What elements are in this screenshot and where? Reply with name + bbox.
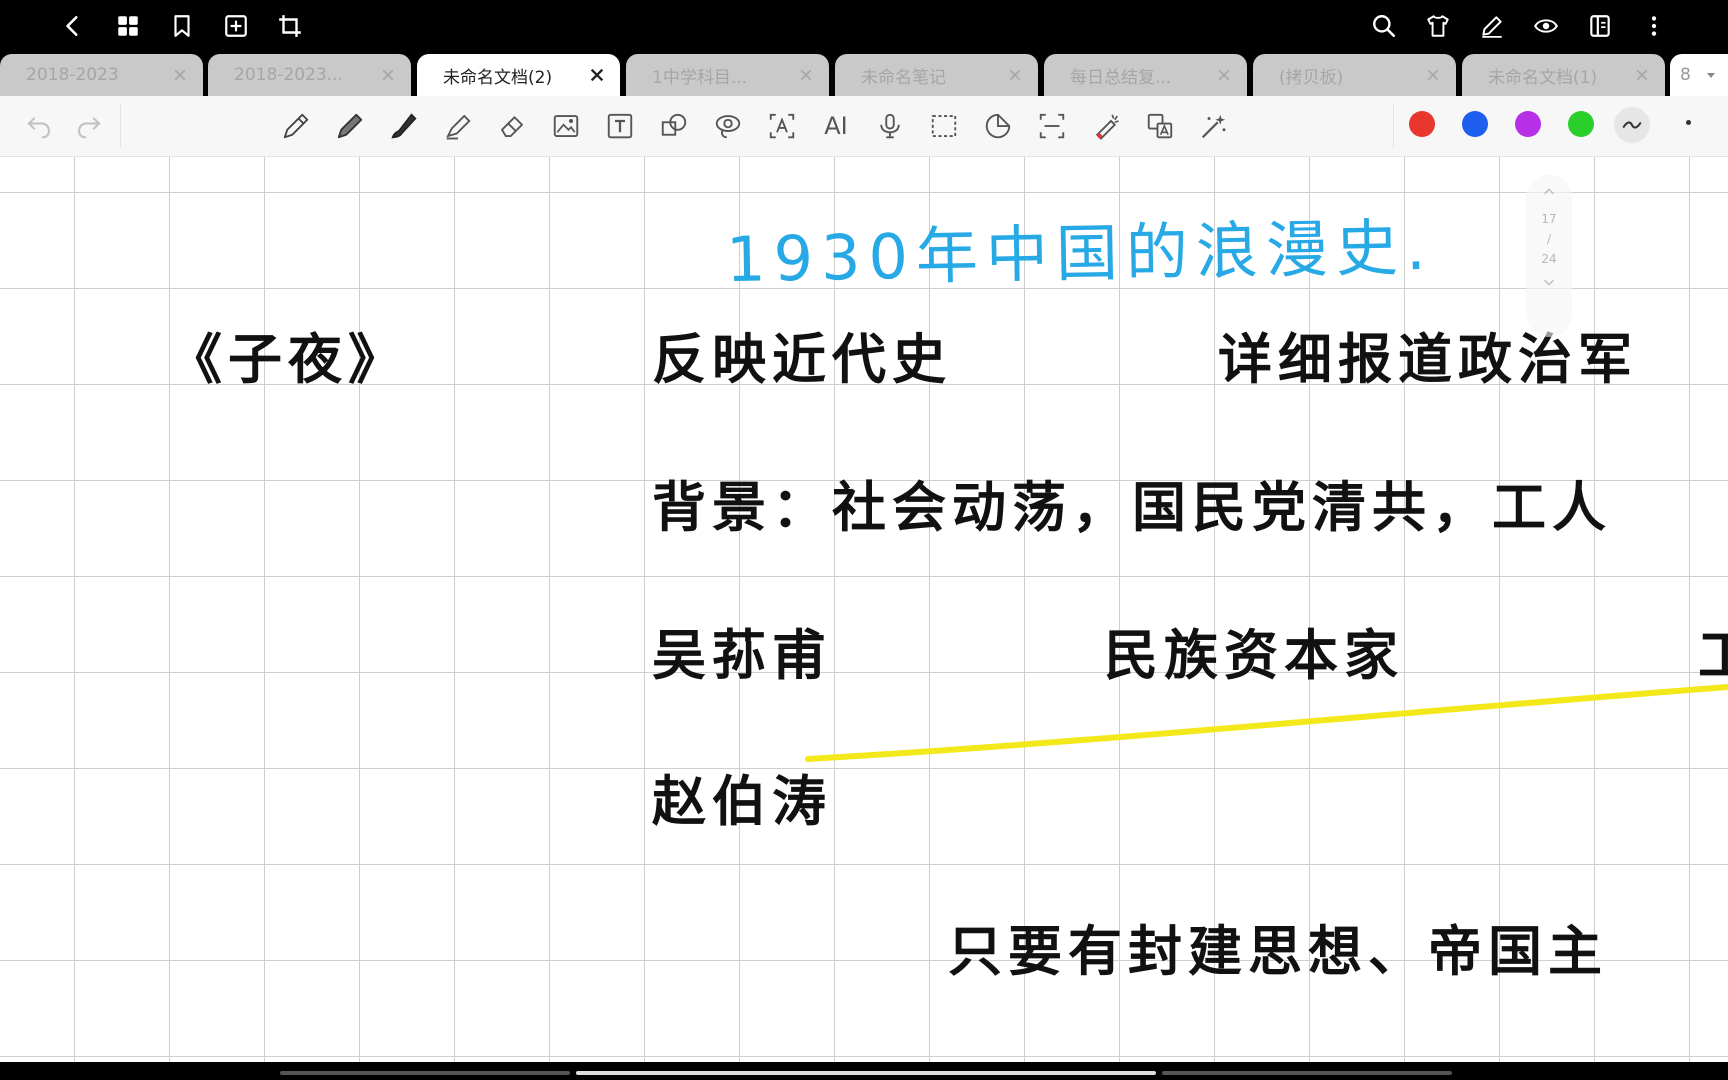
- divider: [1393, 104, 1394, 148]
- close-icon[interactable]: [379, 66, 397, 84]
- translate-icon[interactable]: [1143, 109, 1177, 143]
- pen-settings-icon[interactable]: [1474, 8, 1510, 44]
- bottom-bar: [0, 1062, 1728, 1080]
- page-separator: /: [1546, 232, 1552, 246]
- more-icon[interactable]: [1636, 8, 1672, 44]
- eye-icon[interactable]: [1528, 8, 1564, 44]
- bookmark-icon[interactable]: [164, 8, 200, 44]
- ocr-text-icon[interactable]: [765, 109, 799, 143]
- color-red[interactable]: [1409, 111, 1435, 137]
- page-indicator-segment[interactable]: [1162, 1071, 1452, 1075]
- shirt-icon[interactable]: [1420, 8, 1456, 44]
- redo-icon[interactable]: [72, 109, 106, 143]
- back-icon[interactable]: [55, 8, 91, 44]
- close-icon[interactable]: [797, 66, 815, 84]
- scan-icon[interactable]: [1035, 109, 1069, 143]
- sticker-icon[interactable]: [981, 109, 1015, 143]
- tab-label: 未命名文档(2): [443, 67, 553, 88]
- select-rect-icon[interactable]: [927, 109, 961, 143]
- note-canvas[interactable]: 1930年中国的浪漫史. 《子夜》 反映近代史 详细报道政治军 背景：社会动荡，…: [0, 157, 1728, 1062]
- magic-icon[interactable]: [1197, 109, 1231, 143]
- eraser-icon[interactable]: [495, 109, 529, 143]
- close-icon[interactable]: [171, 66, 189, 84]
- tab-count: 8: [1680, 65, 1691, 85]
- grid-icon[interactable]: [110, 8, 146, 44]
- crop-icon[interactable]: [272, 8, 308, 44]
- microphone-icon[interactable]: [873, 109, 907, 143]
- page-scroller[interactable]: 17 / 24: [1526, 175, 1572, 337]
- shape-icon[interactable]: [657, 109, 691, 143]
- close-icon[interactable]: [1006, 66, 1024, 84]
- chevron-up-icon[interactable]: [1542, 185, 1556, 199]
- layout-icon[interactable]: [1582, 8, 1618, 44]
- tab-document[interactable]: 每日总结复...: [1044, 54, 1247, 96]
- tab-count-button[interactable]: 8: [1670, 54, 1728, 96]
- search-icon[interactable]: [1366, 8, 1402, 44]
- tab-document[interactable]: 1中学科目...: [626, 54, 829, 96]
- tab-label: 1中学科目...: [652, 67, 748, 88]
- laser-pointer-icon[interactable]: [1089, 109, 1123, 143]
- pen-toolbar: AI: [0, 96, 1728, 157]
- tab-label: 未命名文档(1): [1488, 67, 1598, 88]
- line5: 只要有封建思想、帝国主: [948, 919, 1608, 983]
- tab-document[interactable]: 2018-2023...: [208, 54, 411, 96]
- close-icon[interactable]: [588, 66, 606, 84]
- page-indicator-segment-active[interactable]: [576, 1071, 1156, 1075]
- color-green[interactable]: [1568, 111, 1594, 137]
- total-pages: 24: [1541, 252, 1557, 266]
- chevron-down-icon: [1706, 73, 1715, 78]
- stroke-icon: [1622, 121, 1642, 129]
- add-page-icon[interactable]: [218, 8, 254, 44]
- brush-icon[interactable]: [387, 109, 421, 143]
- stroke-width-button[interactable]: [1614, 107, 1650, 143]
- ai-button[interactable]: AI: [819, 109, 853, 143]
- tab-strip: 2018-2023 2018-2023... 未命名文档(2) 1中学科目...…: [0, 52, 1728, 96]
- tab-document[interactable]: 未命名文档(1): [1462, 54, 1665, 96]
- tab-label: (拷贝板): [1279, 67, 1344, 88]
- color-blue[interactable]: [1462, 111, 1488, 137]
- tab-label: 2018-2023: [26, 65, 119, 85]
- divider: [120, 104, 121, 148]
- page-indicator-segment[interactable]: [280, 1071, 570, 1075]
- ai-label: AI: [824, 112, 848, 140]
- lasso-icon[interactable]: [711, 109, 745, 143]
- text-icon[interactable]: [603, 109, 637, 143]
- stroke-size-dot[interactable]: [1686, 120, 1691, 125]
- tab-label: 2018-2023...: [234, 65, 343, 85]
- pencil-icon[interactable]: [279, 109, 313, 143]
- tab-document[interactable]: 2018-2023: [0, 54, 203, 96]
- undo-icon[interactable]: [22, 109, 56, 143]
- image-icon[interactable]: [549, 109, 583, 143]
- tab-document[interactable]: (拷贝板): [1253, 54, 1456, 96]
- current-page: 17: [1541, 212, 1557, 226]
- pen-icon[interactable]: [333, 109, 367, 143]
- highlighter-icon[interactable]: [441, 109, 475, 143]
- chevron-down-icon[interactable]: [1542, 275, 1556, 289]
- line4: 赵伯涛: [652, 769, 832, 833]
- tab-document[interactable]: 未命名笔记: [835, 54, 1038, 96]
- top-bar: [0, 0, 1728, 52]
- close-icon[interactable]: [1215, 66, 1233, 84]
- close-icon[interactable]: [1424, 66, 1442, 84]
- close-icon[interactable]: [1633, 66, 1651, 84]
- tab-label: 未命名笔记: [861, 67, 946, 88]
- tab-label: 每日总结复...: [1070, 67, 1172, 88]
- tab-document-active[interactable]: 未命名文档(2): [417, 54, 620, 96]
- color-purple[interactable]: [1515, 111, 1541, 137]
